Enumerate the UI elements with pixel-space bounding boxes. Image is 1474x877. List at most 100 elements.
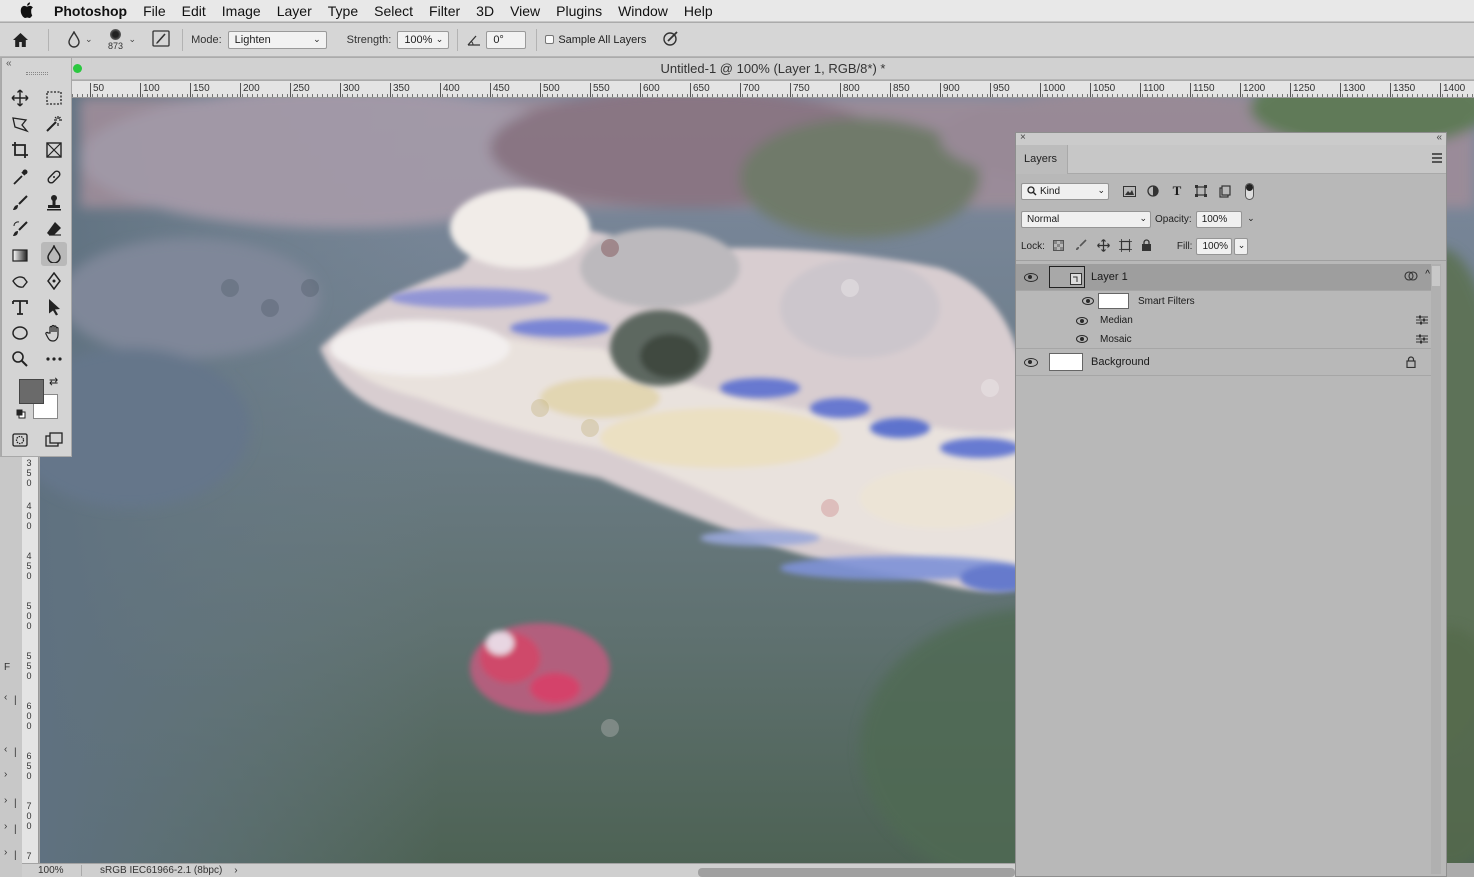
close-panel-icon[interactable]: × xyxy=(1020,132,1026,143)
angle-input[interactable]: 0° xyxy=(486,30,527,49)
default-colors-icon[interactable] xyxy=(16,408,26,419)
menu-window[interactable]: Window xyxy=(610,3,676,19)
layer-name[interactable]: Layer 1 xyxy=(1091,271,1128,283)
menu-image[interactable]: Image xyxy=(214,3,269,19)
fill-input[interactable]: 100% xyxy=(1196,238,1233,255)
smart-filter-mosaic[interactable]: Mosaic xyxy=(1016,330,1432,349)
pressure-button[interactable] xyxy=(662,30,680,50)
shape-tool[interactable] xyxy=(7,321,33,345)
frame-tool[interactable] xyxy=(41,138,67,162)
blur-tool[interactable] xyxy=(41,242,67,266)
path-selection-tool[interactable] xyxy=(41,295,67,319)
filter-pixel-layers-icon[interactable] xyxy=(1121,183,1137,199)
filter-smart-objects-icon[interactable] xyxy=(1217,183,1233,199)
apple-menu-icon[interactable] xyxy=(0,0,54,22)
lock-transparent-icon[interactable] xyxy=(1052,239,1064,254)
strip-expand-icon[interactable]: › xyxy=(4,847,7,858)
menu-filter[interactable]: Filter xyxy=(421,3,468,19)
brush-settings-button[interactable] xyxy=(152,29,170,50)
sample-all-layers-checkbox[interactable]: Sample All Layers xyxy=(545,34,646,46)
brush-tool[interactable] xyxy=(7,191,33,215)
menu-view[interactable]: View xyxy=(502,3,548,19)
menu-file[interactable]: File xyxy=(135,3,174,19)
layer-thumbnail[interactable] xyxy=(1049,266,1085,288)
panel-menu-icon[interactable] xyxy=(1432,153,1442,163)
lock-all-icon[interactable] xyxy=(1141,239,1152,254)
status-menu-arrow[interactable]: › xyxy=(234,865,237,876)
screen-mode-button[interactable] xyxy=(41,428,67,452)
visibility-toggle[interactable] xyxy=(1016,297,1098,305)
filter-shape-layers-icon[interactable] xyxy=(1193,183,1209,199)
blend-mode-select[interactable]: Normal ⌄ xyxy=(1021,210,1151,228)
menu-help[interactable]: Help xyxy=(676,3,721,19)
menu-layer[interactable]: Layer xyxy=(269,3,320,19)
collapse-panel-icon[interactable]: « xyxy=(1436,132,1442,143)
horizontal-ruler[interactable]: 50 100 150 200 250 300 350 400 450 500 5… xyxy=(72,81,1474,98)
eraser-tool[interactable] xyxy=(41,217,67,241)
panel-grip[interactable] xyxy=(26,72,48,75)
crop-tool[interactable] xyxy=(7,138,33,162)
scrollbar-thumb[interactable] xyxy=(1432,266,1440,286)
tool-preset-picker[interactable]: ⌄ xyxy=(67,31,93,48)
strength-input[interactable]: 100% ⌄ xyxy=(397,30,450,49)
strip-expand-icon[interactable]: › xyxy=(4,795,7,806)
lock-artboard-icon[interactable] xyxy=(1118,238,1132,255)
opacity-input[interactable]: 100% ⌄ xyxy=(1195,210,1255,228)
filter-blending-options-icon[interactable] xyxy=(1416,334,1428,347)
lasso-tool[interactable] xyxy=(7,112,33,136)
layer-thumbnail[interactable] xyxy=(1049,353,1083,371)
brush-chevron-icon[interactable]: ⌄ xyxy=(129,34,137,45)
horizontal-scrollbar-thumb[interactable] xyxy=(698,868,1015,877)
zoom-tool[interactable] xyxy=(7,347,33,371)
quick-mask-button[interactable] xyxy=(7,428,33,452)
menu-plugins[interactable]: Plugins xyxy=(548,3,610,19)
layer-row-background[interactable]: Background xyxy=(1016,349,1432,376)
filter-blending-options-icon[interactable] xyxy=(1416,315,1428,328)
visibility-toggle[interactable] xyxy=(1016,316,1098,325)
collapse-filters-icon[interactable]: ^ xyxy=(1425,269,1430,280)
pen-tool[interactable] xyxy=(41,269,67,293)
lock-brush-icon[interactable] xyxy=(1075,239,1087,254)
type-tool[interactable] xyxy=(7,295,33,319)
filter-mask-thumbnail[interactable] xyxy=(1098,293,1129,309)
magic-wand-tool[interactable] xyxy=(41,112,67,136)
chevron-down-icon[interactable]: ⌄ xyxy=(1234,238,1249,255)
layers-scrollbar[interactable] xyxy=(1431,264,1441,874)
menu-type[interactable]: Type xyxy=(320,3,366,19)
swap-colors-icon[interactable]: ⇄ xyxy=(49,375,58,388)
vertical-ruler[interactable]: 3 5 0 4 0 0 4 5 0 5 0 0 5 5 0 6 0 0 6 5 … xyxy=(22,457,39,863)
visibility-toggle[interactable] xyxy=(1016,357,1046,367)
window-zoom-dot[interactable] xyxy=(73,64,82,73)
clone-stamp-tool[interactable] xyxy=(41,191,67,215)
home-button[interactable] xyxy=(0,32,40,48)
visibility-toggle[interactable] xyxy=(1016,272,1046,282)
history-brush-tool[interactable] xyxy=(7,217,33,241)
layer-row-layer-1[interactable]: Layer 1 ^ xyxy=(1016,264,1432,291)
smart-filter-indicator-icon[interactable] xyxy=(1404,270,1418,285)
strip-expand-icon[interactable]: ‹ xyxy=(4,744,7,755)
tab-layers[interactable]: Layers xyxy=(1016,145,1068,174)
smart-filter-median[interactable]: Median xyxy=(1016,311,1432,330)
menu-app-name[interactable]: Photoshop xyxy=(54,3,135,19)
strip-expand-icon[interactable]: ‹ xyxy=(4,692,7,703)
visibility-toggle[interactable] xyxy=(1016,335,1098,343)
filter-type-layers-icon[interactable]: T xyxy=(1169,183,1185,199)
strip-expand-icon[interactable]: › xyxy=(4,821,7,832)
dodge-tool[interactable] xyxy=(7,269,33,293)
healing-brush-tool[interactable] xyxy=(41,165,67,189)
lock-move-icon[interactable] xyxy=(1096,238,1110,255)
smart-filters-row[interactable]: Smart Filters xyxy=(1016,291,1432,311)
menu-edit[interactable]: Edit xyxy=(174,3,214,19)
filter-toggle-switch[interactable] xyxy=(1241,182,1257,200)
menu-3d[interactable]: 3D xyxy=(468,3,502,19)
document-tab[interactable]: Untitled-1 @ 100% (Layer 1, RGB/8*) * xyxy=(72,58,1474,80)
hand-tool[interactable] xyxy=(41,321,67,345)
strip-expand-icon[interactable]: › xyxy=(4,769,7,780)
marquee-tool[interactable] xyxy=(41,86,67,110)
gradient-tool[interactable] xyxy=(7,243,33,267)
collapse-panel-icon[interactable]: « xyxy=(6,58,12,69)
more-tools-button[interactable] xyxy=(41,347,67,371)
zoom-level[interactable]: 100% xyxy=(22,865,82,876)
filter-adjustment-layers-icon[interactable] xyxy=(1145,183,1161,199)
layer-name[interactable]: Background xyxy=(1091,356,1150,368)
